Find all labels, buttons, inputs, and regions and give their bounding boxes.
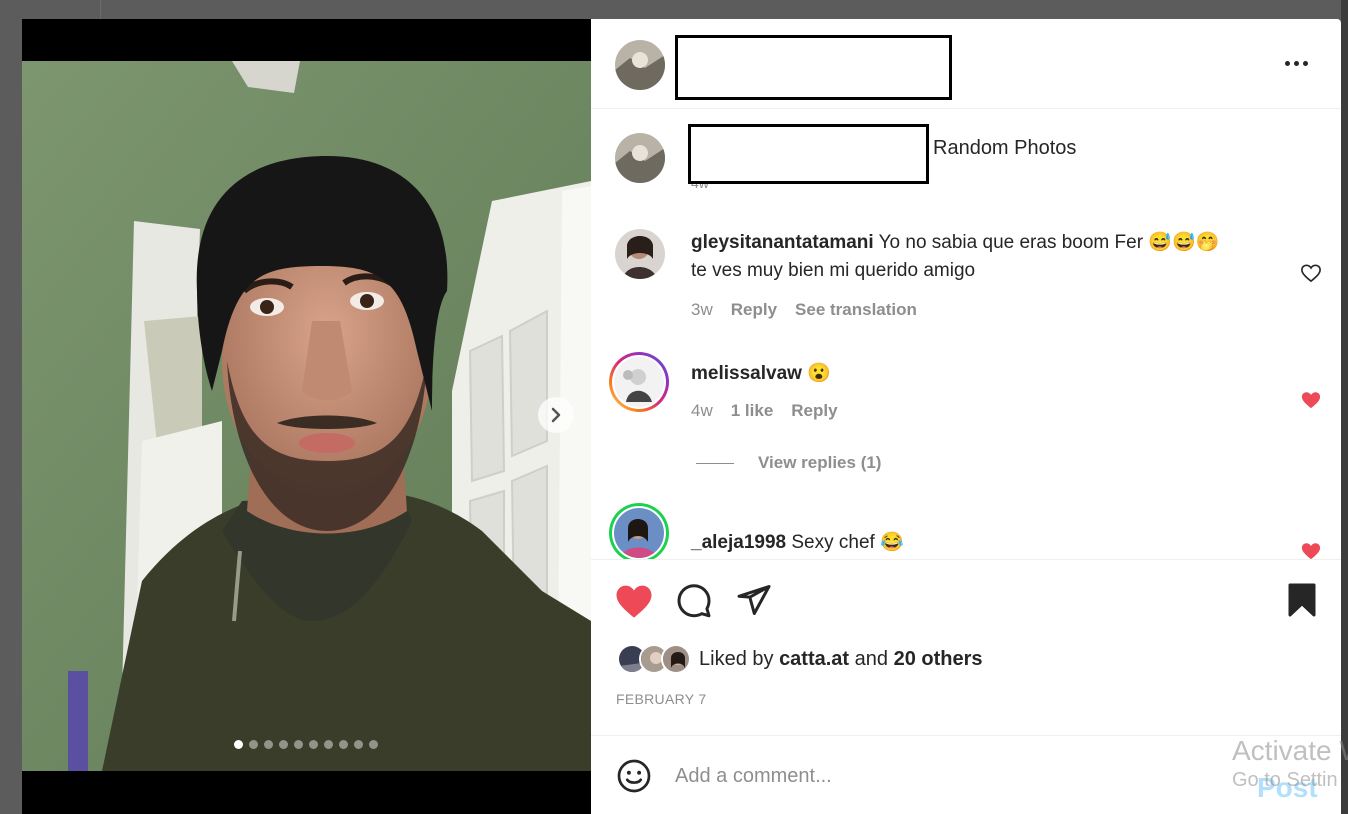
paper-plane-icon[interactable] [736, 582, 772, 618]
comments-list[interactable]: 4w Random Photos gleysitanantatamani Yo … [591, 109, 1341, 559]
slide-dot [264, 740, 273, 749]
more-dot [1294, 60, 1299, 66]
slide-dot [294, 740, 303, 749]
view-replies-line [696, 462, 734, 464]
comment-body: melissalvaw 😮 [691, 360, 1281, 388]
see-translation-button[interactable]: See translation [795, 300, 917, 320]
post-media [22, 19, 591, 814]
post-header [591, 19, 1341, 109]
reply-button[interactable]: Reply [791, 401, 837, 421]
comment-liked-icon[interactable] [1300, 541, 1322, 559]
liked-by-and: and [854, 647, 889, 670]
comment-body: gleysitanantatamani Yo no sabia que eras… [691, 229, 1281, 285]
liker-avatar [661, 644, 691, 674]
comment-body: _aleja1998 Sexy chef 😂 [691, 529, 1281, 557]
slide-indicator [234, 740, 378, 749]
chevron-right-icon [551, 407, 561, 423]
reply-button[interactable]: Reply [731, 300, 777, 320]
comment-username[interactable]: _aleja1998 [691, 532, 786, 553]
slide-dot [339, 740, 348, 749]
comment-liked-icon[interactable] [1300, 390, 1322, 410]
comment-username[interactable]: melissalvaw [691, 363, 802, 384]
comment-like-icon[interactable] [1300, 263, 1322, 283]
story-ring[interactable] [609, 352, 669, 412]
liked-by-user[interactable]: catta.at [779, 648, 849, 670]
post-photo [22, 61, 591, 771]
comment-meta: 4w 1 like Reply [691, 401, 838, 421]
backdrop-top [0, 0, 1348, 19]
smiley-icon[interactable] [616, 758, 652, 794]
backdrop-divider [100, 0, 101, 19]
post-details-panel: 4w Random Photos gleysitanantatamani Yo … [591, 19, 1341, 814]
heart-filled-icon[interactable] [614, 582, 654, 620]
ring-inner [612, 506, 666, 559]
liked-by-text: Liked by catta.at and 20 others [699, 648, 983, 671]
liked-by[interactable]: Liked by catta.at and 20 others [617, 644, 983, 674]
comment-time: 3w [691, 300, 713, 319]
more-options-button[interactable] [1285, 57, 1313, 69]
comment-text: 😮 [807, 363, 831, 384]
redacted-caption-username [688, 124, 929, 184]
post-comment-button[interactable]: Post [1257, 772, 1318, 804]
close-friends-ring[interactable] [609, 503, 669, 559]
next-slide-button[interactable] [538, 397, 574, 433]
comment-meta: 3w Reply See translation [691, 300, 917, 320]
backdrop-left [0, 0, 22, 814]
comment-bubble-icon[interactable] [676, 582, 712, 618]
slide-dot [234, 740, 243, 749]
add-comment-bar: Post [591, 735, 1341, 814]
bookmark-filled-icon[interactable] [1286, 582, 1318, 618]
slide-dot [369, 740, 378, 749]
more-options-icon [1285, 60, 1290, 66]
slide-dot [279, 740, 288, 749]
comment-time: 4w [691, 401, 713, 420]
slide-dot [324, 740, 333, 749]
story-ring-inner [612, 355, 666, 409]
backdrop-right [1341, 0, 1348, 814]
comment-text-line2: te ves muy bien mi querido amigo [691, 260, 976, 281]
commenter-avatar [614, 508, 664, 558]
liked-by-others[interactable]: 20 others [894, 648, 983, 670]
post-date: FEBRUARY 7 [616, 691, 707, 707]
comment-text: Sexy chef 😂 [791, 532, 904, 553]
slide-dot [354, 740, 363, 749]
slide-dot [309, 740, 318, 749]
author-avatar[interactable] [615, 40, 665, 90]
comment-text: Yo no sabia que eras boom Fer 😅😅🤭 [878, 232, 1220, 253]
slide-dot [249, 740, 258, 749]
view-replies-button[interactable]: View replies (1) [696, 453, 881, 473]
commenter-avatar [614, 357, 664, 407]
comment-input[interactable] [675, 760, 1215, 792]
caption-author-avatar[interactable] [615, 133, 665, 183]
liked-by-prefix: Liked by [699, 647, 774, 670]
view-replies-label: View replies (1) [758, 453, 882, 472]
redacted-username [675, 35, 952, 100]
commenter-avatar[interactable] [615, 229, 665, 279]
comment-username[interactable]: gleysitanantatamani [691, 232, 874, 253]
more-dot [1303, 60, 1308, 66]
caption-text: Random Photos [933, 137, 1077, 159]
likes-count[interactable]: 1 like [731, 401, 774, 421]
